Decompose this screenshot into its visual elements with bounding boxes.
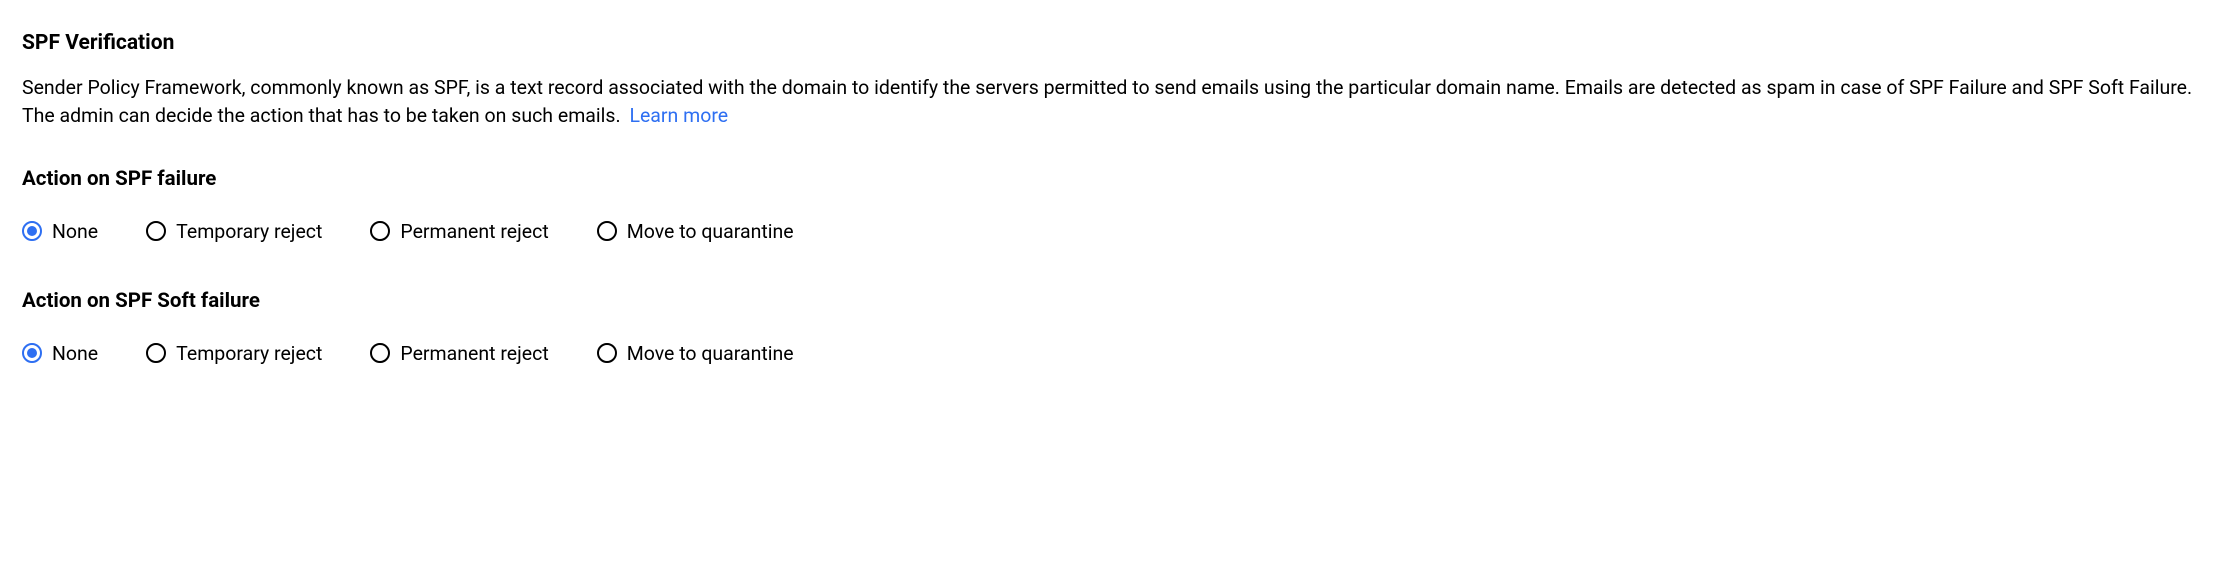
radio-dot-icon — [27, 226, 37, 236]
section-description-container: Sender Policy Framework, commonly known … — [22, 74, 2206, 131]
radio-label: Move to quarantine — [627, 217, 794, 246]
section-description: Sender Policy Framework, commonly known … — [22, 76, 2192, 127]
radio-label: None — [52, 339, 98, 368]
spf-failure-title: Action on SPF failure — [22, 164, 2206, 195]
radio-label: Permanent reject — [400, 339, 548, 368]
section-title: SPF Verification — [22, 28, 2206, 60]
radio-icon — [370, 343, 390, 363]
radio-label: Temporary reject — [176, 217, 322, 246]
spf-failure-option-move-to-quarantine[interactable]: Move to quarantine — [597, 217, 794, 246]
spf-soft-failure-option-temporary-reject[interactable]: Temporary reject — [146, 339, 322, 368]
radio-icon — [22, 221, 42, 241]
spf-failure-radio-group: None Temporary reject Permanent reject M… — [22, 217, 2206, 246]
radio-icon — [22, 343, 42, 363]
spf-soft-failure-option-none[interactable]: None — [22, 339, 98, 368]
radio-icon — [597, 343, 617, 363]
radio-label: None — [52, 217, 98, 246]
radio-dot-icon — [27, 348, 37, 358]
radio-label: Permanent reject — [400, 217, 548, 246]
spf-failure-option-temporary-reject[interactable]: Temporary reject — [146, 217, 322, 246]
radio-label: Temporary reject — [176, 339, 322, 368]
spf-failure-option-none[interactable]: None — [22, 217, 98, 246]
spf-soft-failure-radio-group: None Temporary reject Permanent reject M… — [22, 339, 2206, 368]
radio-icon — [370, 221, 390, 241]
spf-soft-failure-option-move-to-quarantine[interactable]: Move to quarantine — [597, 339, 794, 368]
radio-icon — [597, 221, 617, 241]
learn-more-link[interactable]: Learn more — [629, 104, 728, 127]
spf-soft-failure-option-permanent-reject[interactable]: Permanent reject — [370, 339, 548, 368]
radio-icon — [146, 221, 166, 241]
spf-failure-option-permanent-reject[interactable]: Permanent reject — [370, 217, 548, 246]
radio-icon — [146, 343, 166, 363]
radio-label: Move to quarantine — [627, 339, 794, 368]
spf-soft-failure-title: Action on SPF Soft failure — [22, 286, 2206, 317]
